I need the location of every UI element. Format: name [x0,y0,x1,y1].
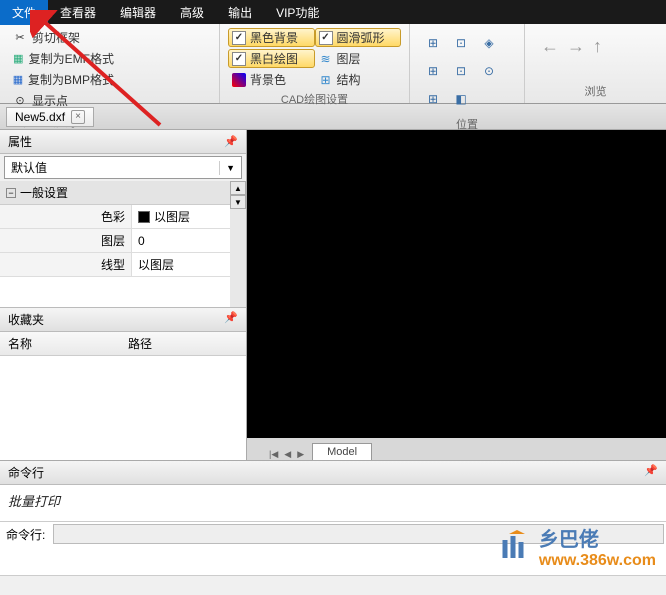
pin-icon[interactable]: 📌 [224,135,238,148]
tab-nav-next-icon[interactable]: ▶ [295,449,306,460]
properties-section-header[interactable]: − 一般设置 [0,181,230,205]
menubar: 文件 查看器 编辑器 高级 输出 VIP功能 [0,0,666,24]
statusbar [0,575,666,595]
emf-icon: ▦ [12,51,25,67]
drawing-canvas[interactable] [247,130,666,438]
watermark: 乡巴佬 www.386w.com [495,523,656,570]
properties-panel-header: 属性 📌 [0,130,246,154]
pin-icon[interactable]: 📌 [644,464,658,481]
ribbon-group-browse-label: 浏览 [533,81,658,99]
black-bg-toggle[interactable]: ✓黑色背景 [228,28,315,47]
position-icon-1[interactable]: ⊞ [422,32,444,54]
position-icon-6[interactable]: ⊙ [478,60,500,82]
close-tab-icon[interactable]: × [71,110,85,124]
copy-emf-button[interactable]: ▦复制为EMF格式 [8,49,118,68]
check-icon: ✓ [319,31,333,45]
scroll-up-icon[interactable]: ▲ [230,181,246,195]
nav-right-icon[interactable]: → [567,36,585,57]
position-icon-8[interactable]: ◧ [450,88,472,110]
ribbon-group-cad-label: CAD绘图设置 [228,89,401,107]
favorites-columns: 名称 路径 [0,332,246,356]
bmp-icon: ▦ [12,72,24,88]
cut-icon: ✂ [12,30,28,46]
menu-viewer[interactable]: 查看器 [48,0,108,25]
tab-nav-first-icon[interactable]: |◀ [267,449,280,460]
layer-button[interactable]: ≋图层 [315,49,402,68]
bw-drawing-toggle[interactable]: ✓黑白绘图 [228,49,315,68]
cut-frame-button[interactable]: ✂剪切框架 [8,28,118,47]
file-tab-label: New5.dxf [15,110,65,124]
position-icon-5[interactable]: ⊡ [450,60,472,82]
command-prompt-label: 命令行: [0,523,51,546]
menu-output[interactable]: 输出 [216,0,264,25]
prop-row-color[interactable]: 色彩 以图层 [0,205,230,229]
nav-left-icon[interactable]: ← [541,36,559,57]
layer-icon: ≋ [319,52,333,66]
check-icon: ✓ [232,31,246,45]
file-tab[interactable]: New5.dxf × [6,107,94,127]
canvas-area: |◀ ◀ ▶ Model [247,130,666,460]
menu-file[interactable]: 文件 [0,0,48,25]
command-log: 批量打印 [0,485,666,521]
ribbon: ✂剪切框架 ▦复制为EMF格式 ▦复制为BMP格式 ⊙显示点 🔍查找文字 ◑修剪… [0,24,666,104]
position-icon-4[interactable]: ⊞ [422,60,444,82]
position-icon-7[interactable]: ⊞ [422,88,444,110]
properties-table: − 一般设置 色彩 以图层 图层 0 线型 以图层 [0,181,230,307]
favorites-col-name[interactable]: 名称 [0,332,120,355]
menu-advanced[interactable]: 高级 [168,0,216,25]
favorites-panel-header: 收藏夹 📌 [0,307,246,332]
nav-up-icon[interactable]: ↑ [593,36,602,57]
pin-icon[interactable]: 📌 [224,311,238,328]
menu-vip[interactable]: VIP功能 [264,0,331,25]
position-icon-2[interactable]: ⊡ [450,32,472,54]
color-swatch [138,211,150,223]
model-tab[interactable]: Model [312,443,372,460]
smooth-arc-toggle[interactable]: ✓圆滑弧形 [315,28,402,47]
tab-nav-prev-icon[interactable]: ◀ [282,449,293,460]
model-tab-bar: |◀ ◀ ▶ Model [247,438,666,460]
left-panel: 属性 📌 默认值 ▼ − 一般设置 色彩 以图层 图层 0 [0,130,247,460]
favorites-body [0,356,246,460]
menu-editor[interactable]: 编辑器 [108,0,168,25]
bg-color-button[interactable]: 背景色 [228,70,315,89]
structure-icon: ⊞ [319,73,333,87]
command-header: 命令行 📌 [0,461,666,485]
position-icon-3[interactable]: ◈ [478,32,500,54]
structure-button[interactable]: ⊞结构 [315,70,402,89]
prop-row-linetype[interactable]: 线型 以图层 [0,253,230,277]
check-icon: ✓ [232,52,246,66]
default-combo[interactable]: 默认值 ▼ [4,156,242,179]
collapse-icon[interactable]: − [6,188,16,198]
chevron-down-icon[interactable]: ▼ [219,161,241,175]
scroll-down-icon[interactable]: ▼ [230,195,246,209]
copy-bmp-button[interactable]: ▦复制为BMP格式 [8,70,118,89]
color-icon [232,73,246,87]
prop-row-layer[interactable]: 图层 0 [0,229,230,253]
main-area: 属性 📌 默认值 ▼ − 一般设置 色彩 以图层 图层 0 [0,130,666,460]
favorites-col-path[interactable]: 路径 [120,332,160,355]
